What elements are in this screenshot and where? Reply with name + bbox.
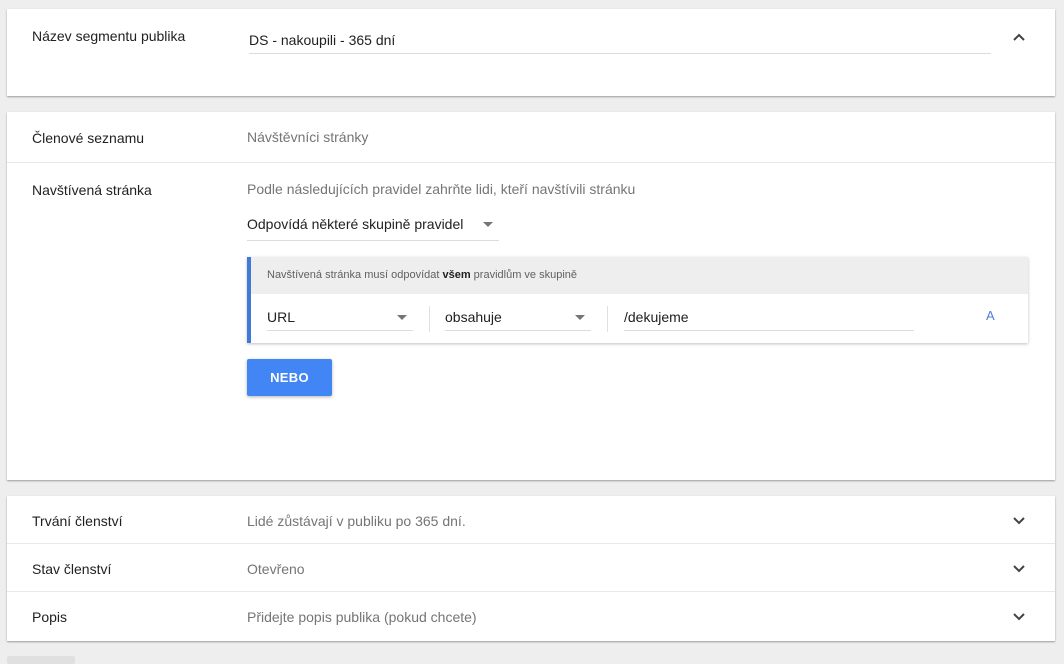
match-mode-dropdown[interactable]: Odpovídá některé skupině pravidel <box>247 207 499 241</box>
caret-down-icon <box>575 314 585 320</box>
chevron-down-icon <box>1013 565 1025 573</box>
segment-name-card: Název segmentu publika <box>7 9 1055 96</box>
membership-status-row[interactable]: Stav členství Otevřeno <box>7 544 1055 592</box>
rule-header-text: Navštívená stránka musí odpovídat <box>267 269 443 281</box>
match-mode-value: Odpovídá některé skupině pravidel <box>247 215 464 232</box>
membership-duration-row[interactable]: Trvání členství Lidé zůstávají v publiku… <box>7 496 1055 544</box>
divider <box>7 162 1055 163</box>
rule-value-input[interactable] <box>624 304 914 331</box>
visited-page-label: Navštívená stránka <box>32 182 152 198</box>
list-members-label: Členové seznamu <box>32 130 145 146</box>
caret-down-icon <box>483 221 493 227</box>
segment-name-label: Název segmentu publika <box>32 28 186 44</box>
rule-field-dropdown[interactable]: URL <box>267 303 413 331</box>
chevron-down-icon <box>1013 517 1025 525</box>
segment-name-input[interactable] <box>249 27 991 54</box>
membership-status-value: Otevřeno <box>247 561 305 577</box>
description-value: Přidejte popis publika (pokud chcete) <box>247 609 477 625</box>
membership-duration-value: Lidé zůstávají v publiku po 365 dní. <box>247 513 466 529</box>
rule-operator-dropdown[interactable]: obsahuje <box>445 303 591 331</box>
description-row[interactable]: Popis Přidejte popis publika (pokud chce… <box>7 592 1055 640</box>
collapse-button[interactable] <box>1005 23 1033 51</box>
rule-header-suffix: pravidlům ve skupině <box>470 269 578 281</box>
or-button[interactable]: NEBO <box>247 359 332 396</box>
rules-card: Členové seznamu Návštěvníci stránky Navš… <box>7 112 1055 480</box>
visited-page-description: Podle následujících pravidel zahrňte lid… <box>247 181 636 197</box>
caret-down-icon <box>397 314 407 320</box>
settings-card: Trvání členství Lidé zůstávají v publiku… <box>7 496 1055 641</box>
expand-button[interactable] <box>1005 602 1033 630</box>
chevron-down-icon <box>1013 613 1025 621</box>
rule-field-value: URL <box>267 308 296 325</box>
rule-header-bold: všem <box>442 269 471 281</box>
membership-status-label: Stav členství <box>32 561 112 577</box>
expand-button[interactable] <box>1005 506 1033 534</box>
expand-button[interactable] <box>1005 554 1033 582</box>
rule-group-header: Navštívená stránka musí odpovídat všem p… <box>251 257 1028 294</box>
rule-operator-value: obsahuje <box>445 308 502 325</box>
bottom-button-stub <box>7 656 75 664</box>
rule-group: Navštívená stránka musí odpovídat všem p… <box>247 257 1028 343</box>
list-members-value: Návštěvníci stránky <box>247 129 369 145</box>
chevron-up-icon <box>1013 33 1025 41</box>
membership-duration-label: Trvání členství <box>32 513 123 529</box>
divider <box>607 306 608 332</box>
case-sensitive-toggle[interactable]: A <box>986 308 995 323</box>
divider <box>429 306 430 332</box>
description-label: Popis <box>32 609 68 625</box>
